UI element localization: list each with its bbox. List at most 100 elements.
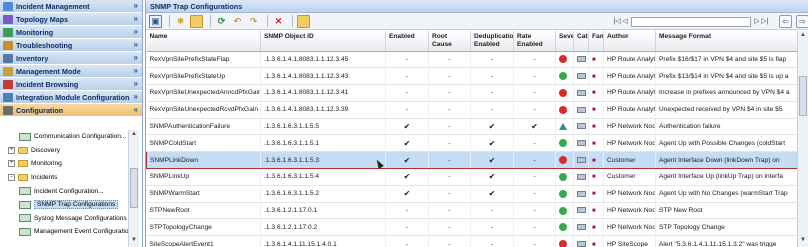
cell-enabled: - xyxy=(385,67,429,86)
incident-management-icon xyxy=(3,1,13,11)
nav-header-2[interactable]: Monitoring » xyxy=(0,26,142,39)
cell-rate: - xyxy=(513,235,556,247)
table-row[interactable]: RexVpnSitePrefixStateFlap .1.3.6.1.4.1.80… xyxy=(146,51,808,69)
cell-author: HP Route Analyti xyxy=(603,84,656,102)
last-page-icon[interactable]: ▷| xyxy=(761,17,769,27)
first-page-icon[interactable]: |◁ xyxy=(613,17,621,27)
cell-msg: Agent Up with Possible Changes (coldStar… xyxy=(655,134,808,153)
tree-item[interactable]: + Monitoring xyxy=(0,157,141,171)
tree-item-label: Monitoring xyxy=(31,160,62,168)
severity-cell xyxy=(555,235,574,247)
table-row[interactable]: SiteScopeAlertEvent1.1.3.6.1.4.1.11.15.1… xyxy=(146,235,808,247)
page-input[interactable] xyxy=(631,16,751,27)
column-header[interactable]: Seve xyxy=(555,31,574,52)
scroll-down-icon[interactable]: ▼ xyxy=(130,237,138,246)
column-header[interactable]: Rate Enabled xyxy=(513,31,556,52)
table-row[interactable]: SNMPAuthenticationFailure .1.3.6.1.6.3.1.… xyxy=(146,118,808,136)
expand-icon[interactable]: + xyxy=(8,160,15,168)
chevron-down-icon[interactable]: » xyxy=(134,53,138,62)
configuration-icon xyxy=(3,105,13,115)
check-icon: ✔ xyxy=(470,168,514,186)
chevron-down-icon[interactable]: » xyxy=(134,92,138,101)
column-header[interactable]: Message Format xyxy=(655,31,808,52)
open-icon[interactable]: ▣ xyxy=(149,14,162,28)
table-row[interactable]: STPNewRoot .1.3.6.1.2.1.17.0.1- - - - ■ HP Net… xyxy=(146,202,808,220)
inventory-icon xyxy=(3,53,13,63)
back-icon[interactable]: ⇦ xyxy=(779,15,792,28)
forward-icon[interactable]: ⇨ xyxy=(796,15,808,28)
expand-icon[interactable]: + xyxy=(8,146,15,154)
tree-item[interactable]: Management Event Configurations xyxy=(0,225,141,239)
category-icon xyxy=(577,207,586,214)
tree-item[interactable]: Syslog Message Configurations xyxy=(0,212,141,226)
nav-header-7[interactable]: Integration Module Configuration » xyxy=(0,91,142,104)
tree-item[interactable]: Incident Configuration... xyxy=(0,184,141,198)
refresh-icon[interactable]: ⟳ xyxy=(215,15,228,28)
tree-scrollbar[interactable]: ▲ ▼ xyxy=(128,130,139,247)
nav-header-label: Inventory xyxy=(16,53,49,63)
chevron-down-icon[interactable]: » xyxy=(134,79,138,88)
column-header[interactable]: Author xyxy=(603,31,656,52)
tree-item[interactable]: SNMP Trap Configurations xyxy=(0,198,141,212)
table-scrollbar[interactable]: ▲ ▼ xyxy=(797,31,808,247)
nav-header-5[interactable]: Management Mode » xyxy=(0,65,142,78)
scroll-up-icon[interactable]: ▲ xyxy=(130,131,138,140)
category-cell xyxy=(573,168,589,186)
next-page-icon[interactable]: ▷ xyxy=(753,17,761,27)
chevron-down-icon[interactable]: » xyxy=(134,27,138,36)
table-row[interactable]: SNMPColdStart .1.3.6.1.6.3.1.1.5.1 ✔ - ✔ - ■ HP… xyxy=(146,134,808,153)
tree-item[interactable]: + Discovery xyxy=(0,144,141,158)
chevron-down-icon[interactable]: » xyxy=(134,14,138,23)
cell-enabled: - xyxy=(385,101,429,119)
cell-author: HP Network Nod xyxy=(603,134,656,153)
column-header[interactable]: Root Cause xyxy=(428,31,471,52)
chevron-up-icon[interactable]: « xyxy=(134,105,138,114)
scroll-thumb[interactable] xyxy=(799,76,807,116)
chevron-down-icon[interactable]: » xyxy=(134,1,138,10)
column-header[interactable]: Name xyxy=(146,31,261,52)
category-icon xyxy=(577,140,586,147)
nav-header-6[interactable]: Incident Browsing » xyxy=(0,78,142,91)
delete-icon[interactable]: ✕ xyxy=(272,15,285,28)
column-header[interactable]: SNMP Object ID xyxy=(260,31,386,52)
tree-item[interactable]: - Incidents xyxy=(0,171,141,185)
table-row[interactable]: SNMPWarmStart .1.3.6.1.6.3.1.1.5.2 ✔ - ✔ - ■ HP… xyxy=(146,185,808,203)
column-header[interactable]: Enabled xyxy=(385,31,429,52)
previous-page-icon[interactable]: ◁ xyxy=(621,17,629,27)
form-icon xyxy=(19,214,31,223)
category-icon xyxy=(577,106,586,113)
collapse-icon[interactable]: - xyxy=(8,174,15,182)
cell-oid: .1.3.6.1.4.1.11.15.1.4.0.1 xyxy=(260,235,386,247)
column-header[interactable]: Cate xyxy=(573,31,589,52)
table-row[interactable]: RexVpnSitePrefixStateUp .1.3.6.1.4.1.8083… xyxy=(146,67,808,86)
scroll-down-icon[interactable]: ▼ xyxy=(799,237,807,246)
scroll-up-icon[interactable]: ▲ xyxy=(799,32,807,41)
nav-header-1[interactable]: Topology Maps » xyxy=(0,13,142,26)
cell-msg: STP New Root xyxy=(655,202,808,220)
chevron-down-icon[interactable]: » xyxy=(134,66,138,75)
new-icon[interactable]: ✱ xyxy=(174,15,187,28)
chevron-down-icon[interactable]: » xyxy=(134,40,138,49)
save-icon[interactable]: ↷ xyxy=(247,15,260,28)
nav-header-4[interactable]: Inventory » xyxy=(0,52,142,65)
table-row[interactable]: SNMPLinkUp .1.3.6.1.6.3.1.1.5.4 ✔ - ✔ - ■ Custo… xyxy=(146,168,808,186)
table-row[interactable]: RexVpnSiteUnexpectedRcvdPfxGain .1.3.6.1.… xyxy=(146,101,808,119)
cell-msg: Authentication failure xyxy=(655,118,808,136)
nav-header-0[interactable]: Incident Management » xyxy=(0,0,142,13)
monitoring-icon xyxy=(3,27,13,37)
cell-root_cause: - xyxy=(428,84,471,102)
nav-header-3[interactable]: Troubleshooting » xyxy=(0,39,142,52)
export-icon[interactable] xyxy=(297,14,310,28)
table-row[interactable]: SNMPLinkDown .1.3.6.1.6.3.1.1.5.3 ✔ - ✔ - ■ Cus… xyxy=(146,151,808,170)
restore-icon[interactable]: ↶ xyxy=(231,15,244,28)
column-header[interactable]: Fami xyxy=(588,31,604,52)
nav-header-configuration[interactable]: Configuration « xyxy=(0,104,142,117)
table-row[interactable]: STPTopologyChange .1.3.6.1.2.1.17.0.2- - - -… xyxy=(146,218,808,237)
tree-item[interactable]: Communication Configuration... xyxy=(0,130,141,144)
column-header[interactable]: Deduplication Enabled xyxy=(470,31,514,52)
folder-open-icon[interactable] xyxy=(190,14,203,28)
cell-author: HP Network Nod xyxy=(603,218,656,237)
scroll-thumb[interactable] xyxy=(130,168,138,208)
table-row[interactable]: RexVpnSiteUnexpectedAnncdPfxGain .1.3.6.1… xyxy=(146,84,808,102)
cell-dedup: - xyxy=(470,218,514,237)
